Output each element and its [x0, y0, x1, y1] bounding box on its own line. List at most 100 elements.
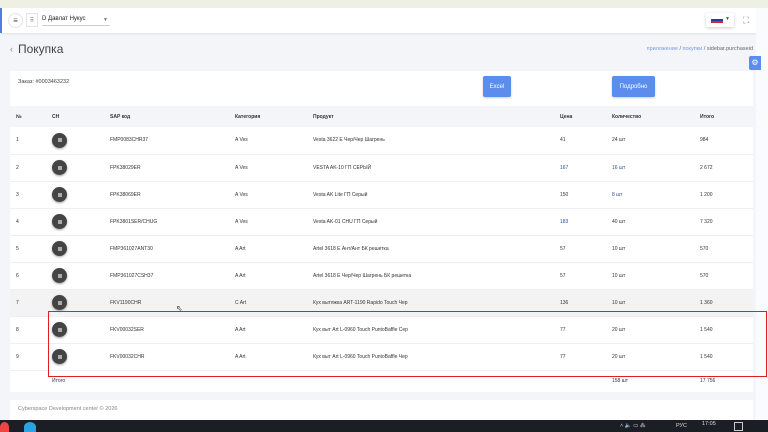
row-number: 5: [10, 235, 46, 263]
row-total: 2 672: [694, 154, 753, 182]
purchase-table: № CH SAP код Категория Продукт Цена Количество…: [10, 106, 753, 392]
category: A Art: [229, 343, 307, 371]
table-row: 1 FMP0083CHR37 A Ves Vesta 3622 E Чер/Чер Ш…: [10, 127, 753, 155]
quantity: 16 шт: [606, 154, 694, 182]
ch-cell: [46, 316, 104, 344]
ch-cell: [46, 208, 104, 236]
sap-code: FKV00032CHR: [104, 343, 229, 371]
price: 41: [554, 127, 606, 155]
price: 136: [554, 289, 606, 317]
quantity: 10 шт: [606, 235, 694, 263]
browser-bar: [0, 0, 768, 8]
ch-button[interactable]: [52, 187, 67, 202]
ch-button[interactable]: [52, 268, 67, 283]
settings-gear-icon[interactable]: ⚙: [749, 56, 761, 70]
product-name: VESTA AK-10 ГП СЕРЫЙ: [307, 154, 554, 182]
product-name: Кух вытяжка ART-1190 Rapido Touch Чер: [307, 289, 554, 317]
mouse-cursor-icon: ⇖: [176, 304, 183, 313]
table-row: 3 FPK38069ER A Ves Vesta AK Lite ГП Серый 15…: [10, 181, 753, 209]
page-title-text: Покупка: [18, 42, 64, 56]
product-name: Artel 3618 E Ант/Ант БК решетка: [307, 235, 554, 263]
row-total: 1 360: [694, 289, 753, 317]
ch-button[interactable]: [52, 160, 67, 175]
column-header: Категория: [229, 106, 307, 127]
category: A Ves: [229, 154, 307, 182]
stop-icon: [57, 246, 62, 251]
apps-grid-icon[interactable]: ⠿: [26, 13, 38, 27]
category: C Art: [229, 289, 307, 317]
table-row: 4 FPK3801SER/CHUG A Ves Vesta AK-01 CHU ГП …: [10, 208, 753, 236]
table-row: 5 FMP361027ANT30 A Art Artel 3618 E Ант/Ант…: [10, 235, 753, 263]
stop-icon: [57, 327, 62, 332]
ch-button[interactable]: [52, 132, 67, 148]
notifications-icon[interactable]: [734, 422, 743, 431]
table-row: 6 FMP361027CSH37 A Art Artel 3618 E Чер/Чер…: [10, 262, 753, 290]
column-header: №: [10, 106, 46, 127]
ch-cell: [46, 262, 104, 290]
quantity: 8 шт: [606, 181, 694, 209]
product-name: Vesta AK-01 CHU ГП Серый: [307, 208, 554, 236]
row-total: 1 540: [694, 316, 753, 344]
quantity: 20 шт: [606, 316, 694, 344]
category: A Art: [229, 235, 307, 263]
excel-button[interactable]: Excel: [483, 76, 511, 97]
table-row: 9 FKV00032CHR A Art Кух выт Art L-0960 Touc…: [10, 343, 753, 371]
breadcrumb: приложение / покупки / sidebar.purchasei…: [646, 46, 753, 52]
quantity: 20 шт: [606, 343, 694, 371]
stop-icon: [57, 300, 62, 305]
product-name: Кух выт Art L-0960 Touch PuntoBaffle Чер: [307, 343, 554, 371]
price: 57: [554, 262, 606, 290]
row-total: 1 540: [694, 343, 753, 371]
row-number: 4: [10, 208, 46, 236]
price: 167: [554, 154, 606, 182]
page-title: ‹ Покупка: [10, 42, 63, 56]
ch-cell: [46, 235, 104, 263]
breadcrumb-app[interactable]: приложение: [647, 46, 678, 52]
ch-button[interactable]: [52, 295, 67, 310]
ch-cell: [46, 343, 104, 371]
stop-icon: [57, 192, 62, 197]
clock[interactable]: 17:05: [702, 421, 716, 427]
column-header: Итого: [694, 106, 753, 127]
details-button[interactable]: Подробно: [612, 76, 655, 97]
language-select[interactable]: ▼: [706, 13, 734, 27]
input-language[interactable]: РУС: [676, 423, 687, 429]
menu-icon[interactable]: ≡: [8, 13, 23, 28]
product-name: Кух выт Art L-0960 Touch PuntoBaffle Сер: [307, 316, 554, 344]
category: A Art: [229, 316, 307, 344]
branch-value: D Давлат Нукус: [42, 16, 86, 22]
product-name: Vesta AK Lite ГП Серый: [307, 181, 554, 209]
empty-cell: [104, 370, 229, 392]
breadcrumb-purchases[interactable]: покупки: [683, 46, 703, 52]
row-number: 8: [10, 316, 46, 344]
total-sum: 17 756: [700, 378, 716, 385]
sap-code: FPK3801SER/CHUG: [104, 208, 229, 236]
sap-code: FPK38029ER: [104, 154, 229, 182]
row-number: 3: [10, 181, 46, 209]
telegram-taskbar-icon[interactable]: [24, 422, 36, 432]
stop-icon: [57, 138, 62, 143]
ch-button[interactable]: [52, 214, 67, 229]
column-header: Количество: [606, 106, 694, 127]
ch-button[interactable]: [52, 241, 67, 256]
total-qty: 158 шт: [612, 378, 629, 385]
category: A Ves: [229, 127, 307, 155]
category: A Ves: [229, 181, 307, 209]
system-tray-icons[interactable]: ˄ 🔈 ▭ ⁂: [620, 423, 645, 429]
chrome-taskbar-icon[interactable]: [0, 422, 9, 432]
ch-button[interactable]: [52, 349, 67, 364]
branch-select[interactable]: D Давлат Нукус ▼: [42, 14, 110, 26]
sap-code: FKV1190CHR: [104, 289, 229, 317]
row-number: 7: [10, 289, 46, 317]
back-icon[interactable]: ‹: [10, 44, 13, 54]
quantity: 40 шт: [606, 208, 694, 236]
price: 57: [554, 235, 606, 263]
sap-code: FMP0083CHR37: [104, 127, 229, 155]
price: 77: [554, 343, 606, 371]
stop-icon: [57, 273, 62, 278]
ch-cell: [46, 289, 104, 317]
ch-button[interactable]: [52, 322, 67, 337]
sap-code: FPK38069ER: [104, 181, 229, 209]
stop-icon: [57, 165, 62, 170]
fullscreen-icon[interactable]: ⛶: [743, 15, 749, 26]
